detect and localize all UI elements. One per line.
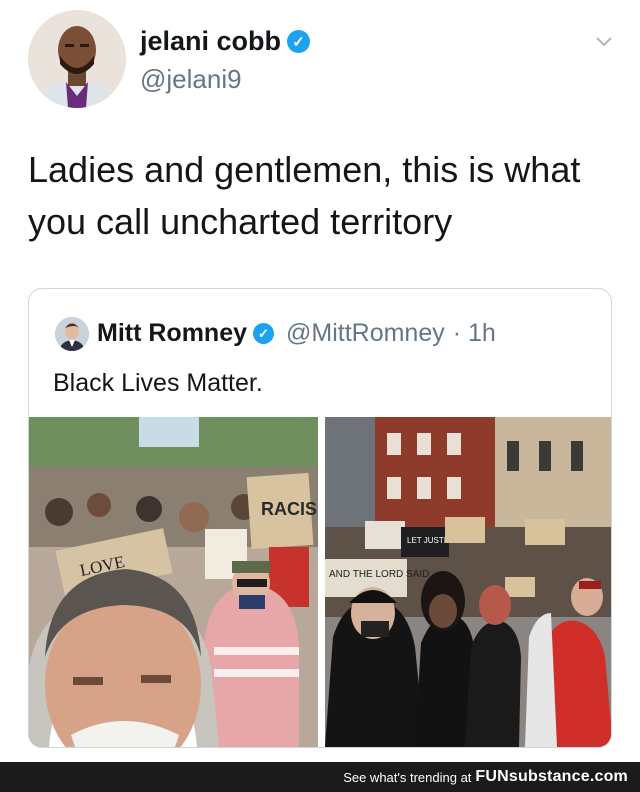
sign-lord: AND THE LORD SAID: [329, 569, 429, 580]
quoted-timestamp[interactable]: · 1h: [453, 319, 496, 348]
quoted-author-handle[interactable]: @MittRomney: [286, 319, 445, 348]
quoted-tweet-card[interactable]: Mitt Romney ✓ @MittRomney · 1h Black Liv…: [28, 288, 612, 748]
protest-selfie-photo[interactable]: RACISI LOVE: [29, 417, 318, 747]
quoted-author-row[interactable]: Mitt Romney ✓ @MittRomney · 1h: [97, 319, 496, 348]
author-name-row[interactable]: jelani cobb ✓: [140, 26, 311, 57]
footer-text: See what's trending at: [343, 769, 472, 785]
footer-brand[interactable]: FUNsubstance.com: [475, 768, 628, 786]
quoted-author-name[interactable]: Mitt Romney: [97, 319, 247, 348]
chevron-down-icon[interactable]: [594, 32, 614, 52]
author-handle[interactable]: @jelani9: [140, 64, 242, 95]
verified-badge-icon: ✓: [253, 323, 274, 344]
author-avatar[interactable]: [28, 10, 126, 108]
quoted-author-avatar[interactable]: [55, 317, 89, 351]
quoted-tweet-text: Black Lives Matter.: [53, 369, 263, 397]
verified-badge-icon: ✓: [287, 30, 311, 53]
author-name[interactable]: jelani cobb: [140, 26, 281, 57]
sign-racism: RACISI: [261, 499, 318, 519]
site-footer-banner[interactable]: See what's trending at FUNsubstance.com: [0, 762, 640, 792]
protest-crowd-photo[interactable]: LET JUSTICE ROLL AND THE LORD SAID: [325, 417, 611, 747]
tweet-text: Ladies and gentlemen, this is what you c…: [28, 149, 581, 242]
